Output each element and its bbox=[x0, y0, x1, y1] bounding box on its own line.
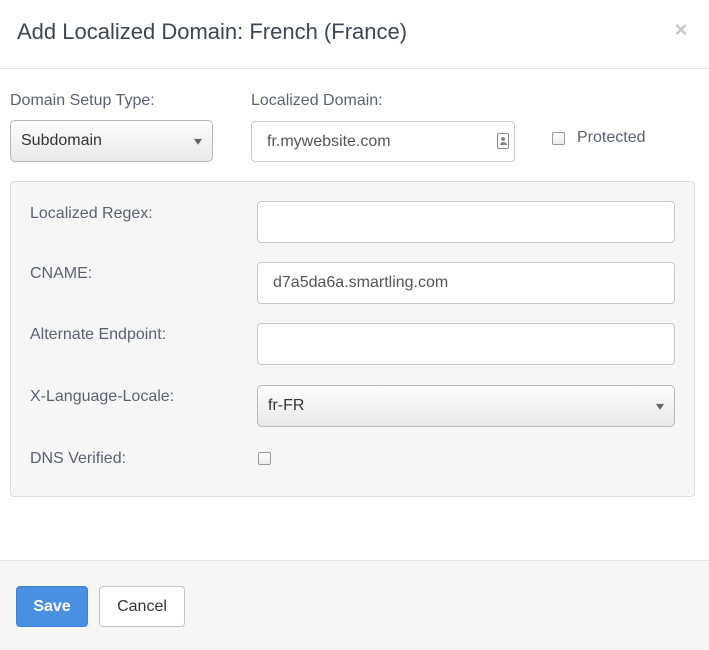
localized-domain-label: Localized Domain: bbox=[251, 92, 383, 109]
save-button[interactable]: Save bbox=[16, 586, 88, 627]
cname-label: CNAME: bbox=[30, 265, 93, 282]
localized-regex-input[interactable] bbox=[257, 201, 675, 243]
save-button-label: Save bbox=[33, 597, 71, 615]
x-language-locale-value: fr-FR bbox=[268, 397, 305, 414]
localized-regex-label: Localized Regex: bbox=[30, 205, 153, 222]
alternate-endpoint-input[interactable] bbox=[257, 323, 675, 365]
contact-card-icon[interactable] bbox=[497, 133, 509, 149]
alternate-endpoint-label: Alternate Endpoint: bbox=[30, 326, 167, 343]
protected-label: Protected bbox=[577, 129, 646, 146]
cancel-button[interactable]: Cancel bbox=[99, 586, 185, 627]
domain-setup-type-value: Subdomain bbox=[21, 132, 102, 149]
dns-verified-checkbox[interactable] bbox=[258, 452, 271, 465]
domain-setup-type-select[interactable]: Subdomain bbox=[10, 120, 213, 162]
dns-verified-label: DNS Verified: bbox=[30, 450, 127, 467]
x-language-locale-select[interactable]: fr-FR bbox=[257, 385, 675, 427]
domain-setup-type-label: Domain Setup Type: bbox=[10, 92, 155, 109]
cname-value: d7a5da6a.smartling.com bbox=[273, 274, 449, 291]
cancel-button-label: Cancel bbox=[117, 597, 167, 615]
dialog-footer: Save Cancel bbox=[0, 560, 709, 650]
chevron-down-icon bbox=[656, 403, 664, 410]
localized-domain-value: fr.mywebsite.com bbox=[267, 132, 391, 150]
cname-input[interactable]: d7a5da6a.smartling.com bbox=[257, 262, 675, 304]
add-localized-domain-dialog: Add Localized Domain: French (France) × … bbox=[0, 0, 709, 650]
chevron-down-icon bbox=[194, 138, 202, 145]
protected-checkbox[interactable] bbox=[552, 132, 565, 145]
close-icon[interactable]: × bbox=[672, 19, 690, 41]
dialog-title: Add Localized Domain: French (France) bbox=[17, 19, 408, 44]
localized-domain-input[interactable]: fr.mywebsite.com bbox=[251, 121, 515, 162]
dialog-header: Add Localized Domain: French (France) × bbox=[0, 0, 709, 69]
x-language-locale-label: X-Language-Locale: bbox=[30, 388, 175, 405]
